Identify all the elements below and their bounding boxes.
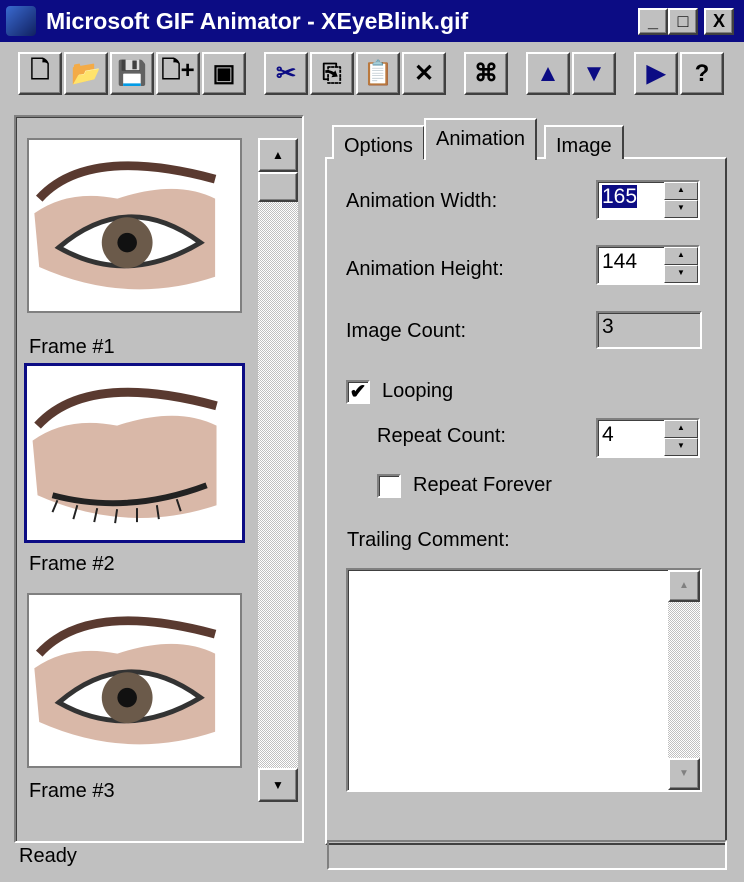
- insert-document-icon: 🗋+: [161, 57, 195, 84]
- eye-image: [34, 616, 217, 745]
- repeat-forever-label[interactable]: Repeat Forever: [413, 474, 552, 497]
- save-button[interactable]: 💾: [110, 52, 154, 95]
- trailing-comment-label: Trailing Comment:: [347, 529, 510, 551]
- animation-width-stepper[interactable]: 165 ▲ ▼: [596, 180, 700, 220]
- cut-button[interactable]: ✂: [264, 52, 308, 95]
- frame-thumbnail[interactable]: [27, 593, 242, 768]
- status-text: Ready: [19, 845, 77, 867]
- preview-button[interactable]: ▶: [634, 52, 678, 95]
- delete-button[interactable]: ✕: [402, 52, 446, 95]
- delete-x-icon: ✕: [413, 60, 435, 87]
- eye-image: [32, 387, 218, 524]
- spin-up-icon[interactable]: ▲: [664, 182, 698, 200]
- open-folder-icon: 📂: [71, 60, 101, 87]
- spin-down-icon[interactable]: ▼: [664, 265, 698, 283]
- repeat-count-stepper[interactable]: 4 ▲ ▼: [596, 418, 700, 458]
- spin-down-icon[interactable]: ▼: [664, 200, 698, 218]
- frame-scrollbar[interactable]: ▲ ▼: [258, 138, 298, 802]
- image-count-field: 3: [596, 311, 702, 349]
- save-disk-icon: 💾: [117, 60, 147, 87]
- new-document-icon: 🗋: [30, 57, 50, 84]
- insert-button[interactable]: 🗋+: [156, 52, 200, 95]
- animation-height-stepper[interactable]: 144 ▲ ▼: [596, 245, 700, 285]
- scroll-up-button[interactable]: ▲: [258, 138, 298, 172]
- app-icon: [6, 6, 36, 36]
- open-button[interactable]: 📂: [64, 52, 108, 95]
- repeat-count-value[interactable]: 4: [598, 420, 664, 456]
- save-as-button[interactable]: ▣: [202, 52, 246, 95]
- comment-scrollbar[interactable]: ▲ ▼: [668, 570, 700, 790]
- scroll-thumb[interactable]: [258, 172, 298, 202]
- animation-height-label: Animation Height:: [346, 258, 504, 280]
- play-icon: ▶: [646, 60, 666, 87]
- animation-width-label: Animation Width:: [346, 190, 498, 212]
- animation-height-value[interactable]: 144: [598, 247, 664, 283]
- frame-thumbnail[interactable]: [27, 138, 242, 313]
- copy-icon: ⎘: [322, 59, 342, 87]
- image-count-label: Image Count:: [346, 320, 467, 342]
- frame-label: Frame #1: [29, 336, 115, 358]
- paste-icon: 📋: [363, 60, 393, 87]
- move-up-button[interactable]: ▲: [526, 52, 570, 95]
- looping-label[interactable]: Looping: [382, 380, 453, 403]
- maximize-button[interactable]: □: [668, 8, 698, 35]
- status-progress: [327, 840, 727, 870]
- eye-image: [34, 161, 217, 290]
- scroll-down-button[interactable]: ▼: [668, 758, 700, 790]
- looping-checkbox[interactable]: ✔: [346, 380, 370, 404]
- tab-animation[interactable]: Animation: [424, 118, 537, 160]
- tab-image[interactable]: Image: [544, 125, 624, 159]
- spin-up-icon[interactable]: ▲: [664, 247, 698, 265]
- select-frames-icon: ⌘: [474, 60, 498, 87]
- help-icon: ?: [694, 59, 710, 87]
- repeat-count-label: Repeat Count:: [377, 425, 506, 447]
- copy-button[interactable]: ⎘: [310, 52, 354, 95]
- arrow-up-icon: ▲: [536, 59, 560, 87]
- animation-width-value[interactable]: 165: [602, 185, 638, 208]
- minimize-button[interactable]: _: [638, 8, 668, 35]
- new-button[interactable]: 🗋: [18, 52, 62, 95]
- frame-label: Frame #3: [29, 780, 115, 802]
- move-down-button[interactable]: ▼: [572, 52, 616, 95]
- arrow-down-icon: ▼: [582, 59, 606, 87]
- close-button[interactable]: X: [704, 8, 734, 35]
- tab-options[interactable]: Options: [332, 125, 425, 159]
- save-multiple-icon: ▣: [212, 60, 236, 87]
- paste-button[interactable]: 📋: [356, 52, 400, 95]
- spin-up-icon[interactable]: ▲: [664, 420, 698, 438]
- frame-label: Frame #2: [29, 553, 115, 575]
- repeat-forever-checkbox[interactable]: [377, 474, 401, 498]
- help-button[interactable]: ?: [680, 52, 724, 95]
- scroll-up-button[interactable]: ▲: [668, 570, 700, 602]
- trailing-comment-textarea[interactable]: ▲ ▼: [346, 568, 702, 792]
- scissors-icon: ✂: [275, 60, 297, 87]
- spin-down-icon[interactable]: ▼: [664, 438, 698, 456]
- select-all-button[interactable]: ⌘: [464, 52, 508, 95]
- window-title: Microsoft GIF Animator - XEyeBlink.gif: [46, 7, 469, 34]
- title-bar: Microsoft GIF Animator - XEyeBlink.gif _…: [0, 0, 744, 42]
- scroll-down-button[interactable]: ▼: [258, 768, 298, 802]
- frame-thumbnail[interactable]: [24, 363, 245, 543]
